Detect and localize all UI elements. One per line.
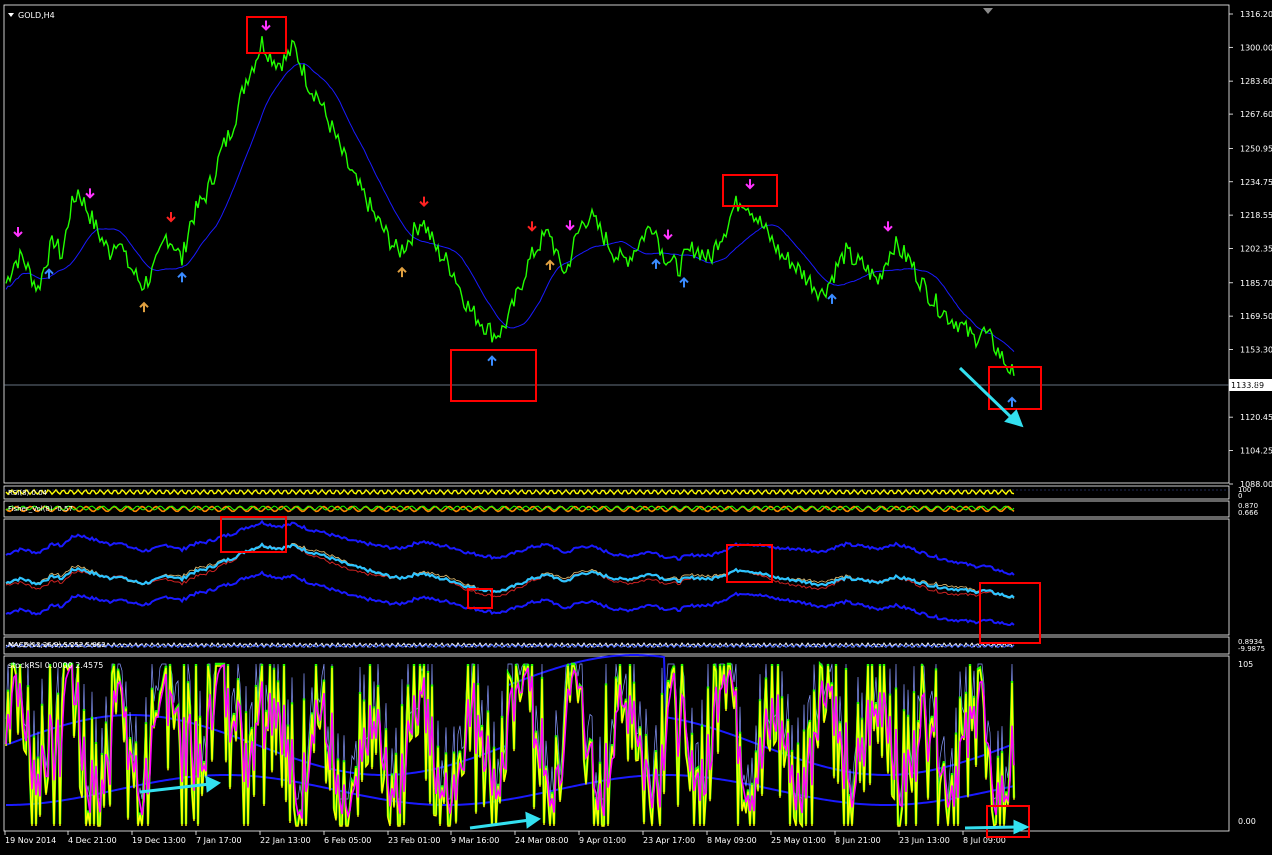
trend-arrow (964, 825, 1019, 830)
time-tick-label: 23 Jun 13:00 (899, 836, 950, 845)
price-tick-label: 1300.00 (1240, 43, 1272, 52)
price-tick-label: 1104.25 (1240, 447, 1272, 456)
rsi-scale-bottom: 0 (1238, 492, 1242, 500)
time-tick-label: 24 Mar 08:00 (515, 836, 568, 845)
price-tick-label: 1185.70 (1240, 279, 1272, 288)
trend-arrow-head (525, 811, 542, 829)
trend-arrow (469, 818, 531, 830)
chart-menu-icon[interactable] (8, 13, 14, 17)
macd-scale-bottom: -9.9875 (1238, 645, 1265, 653)
price-tick-label: 1316.20 (1240, 10, 1272, 19)
rsi-line (5, 488, 1015, 496)
fisher-scale-bottom: 0.666 (1238, 509, 1259, 517)
stochrsi-label: stockRSI 0.0000 2.4575 (8, 661, 103, 670)
price-tick-label: 1283.60 (1240, 77, 1272, 86)
time-tick-label: 19 Dec 13:00 (132, 836, 186, 845)
annotation-box (467, 588, 493, 609)
price-line (5, 36, 1015, 377)
time-tick-label: 9 Mar 16:00 (451, 836, 499, 845)
time-tick-label: 4 Dec 21:00 (68, 836, 117, 845)
price-tick-label: 1234.75 (1240, 178, 1272, 187)
stochrsi-scale-top: 105 (1238, 660, 1253, 669)
chart-window: 1133.89 1316.20 1300.00 1283.60 1267.60 1250… (0, 0, 1272, 851)
price-tick-label: 1267.60 (1240, 110, 1272, 119)
fisher-label: Fisher_Vol(8) -0.57 (8, 505, 73, 513)
time-tick-label: 19 Nov 2014 (5, 836, 56, 845)
time-tick-label: 7 Jan 17:00 (196, 836, 242, 845)
time-tick-label: 8 May 09:00 (707, 836, 757, 845)
trend-arrow-head (205, 775, 222, 793)
time-tick-label: 25 May 01:00 (771, 836, 826, 845)
price-tick-label: 1169.50 (1240, 312, 1272, 321)
upper-band-line (5, 519, 1015, 576)
price-tick-label: 1250.95 (1240, 144, 1272, 153)
bands-price-line (5, 542, 1015, 599)
symbol-label: GOLD,H4 (18, 11, 55, 20)
shift-marker-icon[interactable] (983, 8, 993, 14)
macd-label: MACD(12,26,9) 5.252 5.862 (8, 641, 106, 649)
trend-arrow (958, 366, 1016, 422)
main-plot (5, 20, 1017, 407)
price-tick-label: 1202.35 (1240, 244, 1272, 253)
time-tick-label: 8 Jun 21:00 (835, 836, 881, 845)
time-axis: 19 Nov 2014 4 Dec 21:00 19 Dec 13:00 7 Jan … (4, 831, 1006, 845)
price-axis: 1316.20 1300.00 1283.60 1267.60 1250.95 1234.… (1229, 10, 1272, 489)
price-tick-label: 1153.30 (1240, 346, 1272, 355)
band-ma2-line (5, 542, 1015, 599)
stochrsi-scale-bottom: 0.00 (1238, 817, 1256, 826)
trend-arrow-head (1013, 819, 1030, 835)
chart-canvas[interactable]: 1133.89 1316.201300.001283.601267.601250… (0, 0, 1272, 851)
time-tick-label: 23 Feb 01:00 (388, 836, 440, 845)
price-tick-label: 1136.65 (1240, 380, 1272, 389)
rsi-panel-frame (3, 485, 1230, 500)
band-ma-line (5, 542, 1015, 599)
time-tick-label: 23 Apr 17:00 (643, 836, 695, 845)
indicator-plots (4, 488, 1229, 829)
rsi-label: RSI(8) 0.04 (8, 489, 48, 497)
time-tick-label: 9 Apr 01:00 (579, 836, 626, 845)
price-tick-label: 1120.45 (1240, 413, 1272, 422)
price-tick-label: 1218.55 (1240, 211, 1272, 220)
time-tick-label: 6 Feb 05:00 (324, 836, 371, 845)
time-tick-label: 22 Jan 13:00 (260, 836, 311, 845)
annotation-box (220, 516, 287, 553)
main-panel-frame (3, 4, 1230, 484)
